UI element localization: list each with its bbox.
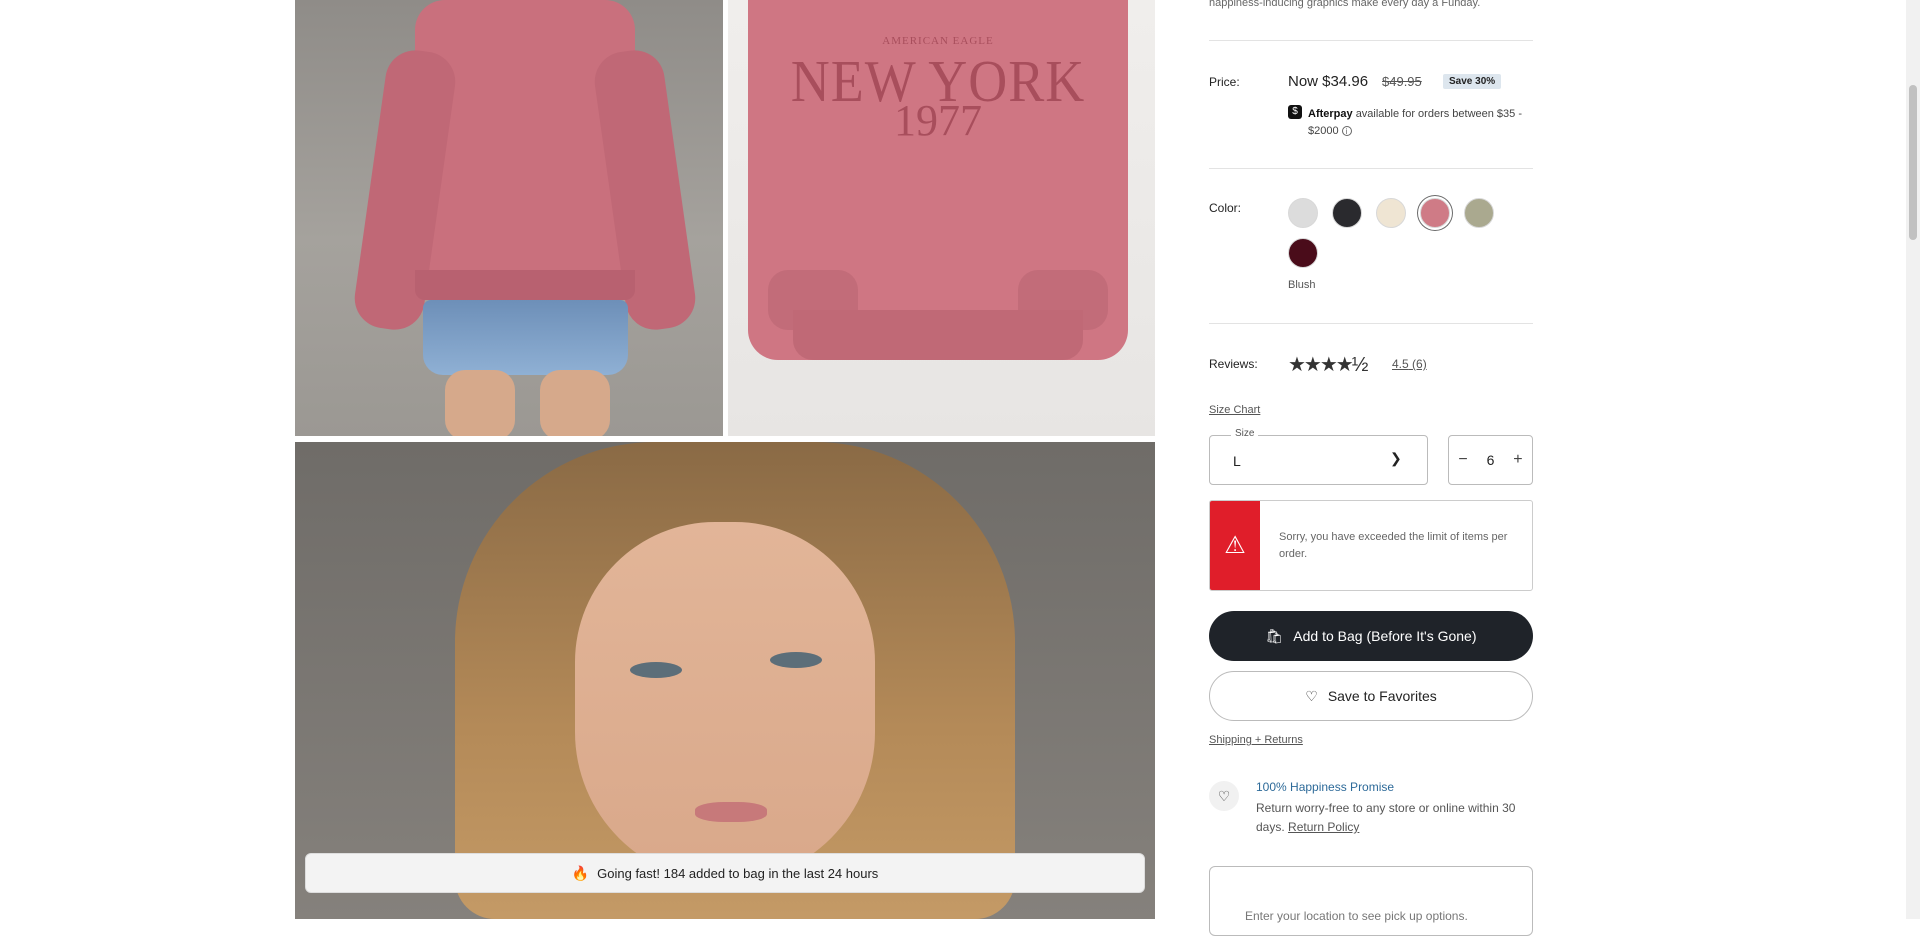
quantity-increase-button[interactable]: + xyxy=(1513,451,1522,469)
reviews-label: Reviews: xyxy=(1209,357,1258,371)
shorts-graphic xyxy=(423,300,628,375)
quantity-value[interactable]: 6 xyxy=(1487,452,1495,468)
product-image-model[interactable] xyxy=(295,442,1155,919)
save-badge: Save 30% xyxy=(1443,74,1502,89)
sweater-graphic xyxy=(350,0,700,334)
print-year: 1977 xyxy=(894,96,982,145)
divider xyxy=(1209,40,1533,41)
quantity-decrease-button[interactable]: − xyxy=(1458,451,1467,469)
save-favorites-label: Save to Favorites xyxy=(1327,688,1437,704)
size-value: L xyxy=(1233,453,1241,469)
add-to-bag-label: Add to Bag (Before It's Gone) xyxy=(1293,628,1477,644)
product-gallery: AMERICAN EAGLE NEW YORK 1977 xyxy=(295,0,1155,919)
toast-text: Going fast! 184 added to bag in the last… xyxy=(597,865,879,881)
shipping-returns-link[interactable]: Shipping + Returns xyxy=(1209,734,1303,746)
heart-icon: ♡ xyxy=(1305,687,1318,704)
warning-icon: ⚠ xyxy=(1210,501,1260,590)
pickup-location-box[interactable] xyxy=(1209,866,1533,936)
size-select-label: Size xyxy=(1231,428,1259,439)
product-image-back[interactable] xyxy=(295,0,723,436)
info-icon[interactable]: i xyxy=(1341,126,1352,136)
review-count: (6) xyxy=(1412,357,1427,371)
product-image-flat[interactable]: AMERICAN EAGLE NEW YORK 1977 xyxy=(728,0,1155,436)
promise-text: Return worry-free to any store or online… xyxy=(1256,799,1546,837)
price-now: Now $34.96 xyxy=(1288,73,1369,90)
color-swatch-black[interactable] xyxy=(1332,198,1362,228)
color-label: Color: xyxy=(1209,201,1242,215)
quantity-stepper: − 6 + xyxy=(1448,435,1533,485)
description-tail: happiness-inducing graphics make every d… xyxy=(1209,0,1481,9)
print-brand: AMERICAN EAGLE xyxy=(882,35,994,47)
color-swatch-cream[interactable] xyxy=(1376,198,1406,228)
save-to-favorites-button[interactable]: ♡ Save to Favorites xyxy=(1209,671,1533,721)
rating-link[interactable]: 4.5 (6) xyxy=(1392,357,1427,371)
afterpay-brand: Afterpay xyxy=(1308,108,1353,120)
add-to-bag-button[interactable]: 🛍 Add to Bag (Before It's Gone) xyxy=(1209,611,1533,661)
price-was: $49.95 xyxy=(1382,74,1422,89)
bag-icon: 🛍 xyxy=(1265,627,1284,644)
afterpay-icon: $ xyxy=(1288,105,1302,119)
divider xyxy=(1209,323,1533,324)
going-fast-toast: 🔥 Going fast! 184 added to bag in the la… xyxy=(305,853,1145,893)
heart-promise-icon: ♡ xyxy=(1209,781,1239,811)
scrollbar-thumb[interactable] xyxy=(1909,85,1917,240)
error-message: Sorry, you have exceeded the limit of it… xyxy=(1279,531,1508,560)
return-policy-link[interactable]: Return Policy xyxy=(1288,820,1359,834)
color-swatch-burgundy[interactable] xyxy=(1288,238,1318,268)
selected-color-name: Blush xyxy=(1288,279,1316,291)
price-label: Price: xyxy=(1209,75,1240,89)
flame-icon: 🔥 xyxy=(571,864,590,881)
size-chart-link[interactable]: Size Chart xyxy=(1209,404,1260,416)
chevron-down-icon: ❯ xyxy=(1390,450,1402,466)
afterpay-info: Afterpay available for orders between $3… xyxy=(1308,106,1538,140)
promise-title: 100% Happiness Promise xyxy=(1256,780,1395,794)
color-swatch-olive[interactable] xyxy=(1464,198,1494,228)
color-swatch-blush[interactable] xyxy=(1420,198,1450,228)
sweater-flat-graphic: AMERICAN EAGLE NEW YORK 1977 xyxy=(748,0,1128,360)
pickup-placeholder: Enter your location to see pick up optio… xyxy=(1245,909,1468,923)
rating-value: 4.5 xyxy=(1392,357,1409,371)
color-swatch-light-gray[interactable] xyxy=(1288,198,1318,228)
rating-stars: ★★★★½ xyxy=(1288,354,1368,376)
quantity-error: ⚠ Sorry, you have exceeded the limit of … xyxy=(1209,500,1533,591)
divider xyxy=(1209,168,1533,169)
